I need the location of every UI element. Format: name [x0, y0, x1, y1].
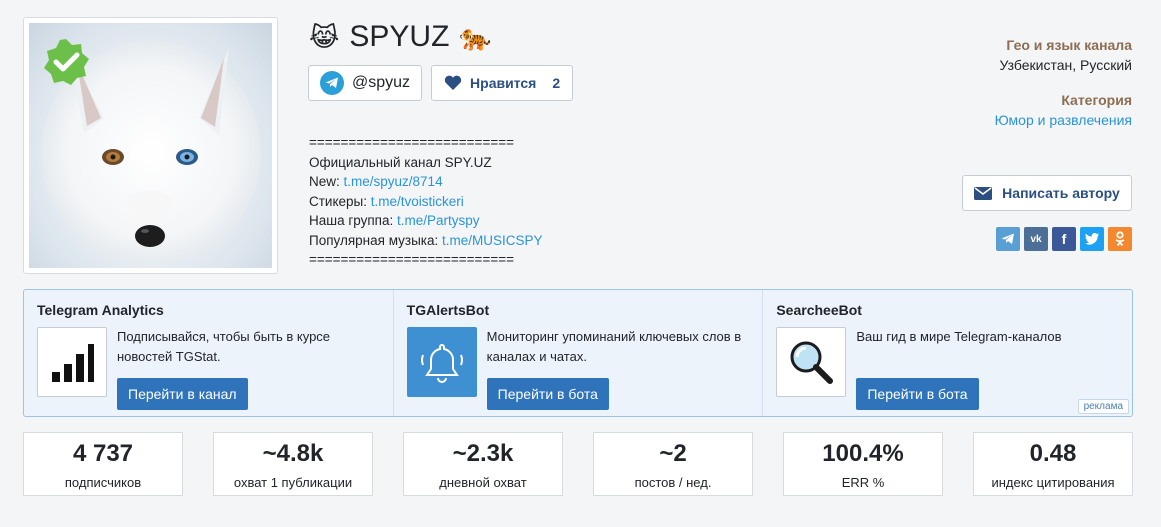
ad-card-searchee: SearcheeBot Ваш гид в мире Telegram-кана…: [762, 290, 1132, 416]
geo-value: Узбекистан, Русский: [999, 57, 1132, 73]
telegram-share-icon[interactable]: [996, 227, 1020, 251]
write-author-label: Написать автору: [1002, 185, 1120, 201]
category-label: Категория: [1061, 92, 1132, 108]
desc-line-2: New: t.me/spyuz/8714: [309, 172, 543, 192]
twitter-icon[interactable]: [1080, 227, 1104, 251]
magnifier-icon: [776, 327, 847, 397]
stat-label: дневной охват: [439, 475, 527, 490]
odnoklassniki-icon[interactable]: [1108, 227, 1132, 251]
ad-title: SearcheeBot: [776, 302, 862, 318]
share-buttons: vk f: [996, 227, 1132, 251]
vk-icon[interactable]: vk: [1024, 227, 1048, 251]
desc-label-group: Наша группа:: [309, 213, 398, 228]
desc-line-1: Официальный канал SPY.UZ: [309, 154, 492, 170]
emoji-tiger-icon: 🐅: [459, 22, 492, 52]
desc-link-music[interactable]: t.me/MUSICSPY: [442, 233, 543, 248]
go-to-channel-button[interactable]: Перейти в канал: [117, 378, 248, 410]
stat-value: ~2.3k: [452, 440, 514, 467]
stat-daily-reach[interactable]: ~2.3k дневной охват: [403, 432, 563, 496]
stat-value: ~4.8k: [262, 440, 324, 467]
stat-label: постов / нед.: [634, 475, 712, 490]
stat-citation-index[interactable]: 0.48 индекс цитирования: [973, 432, 1133, 496]
channel-handle: @spyuz: [352, 74, 411, 91]
like-label: Нравится: [470, 75, 537, 91]
like-count: 2: [552, 75, 561, 91]
heart-icon: [444, 75, 462, 90]
desc-label-stickers: Стикеры:: [309, 193, 371, 209]
bell-icon: [406, 327, 477, 397]
desc-link-group[interactable]: t.me/Partyspy: [397, 213, 480, 228]
write-author-button[interactable]: Написать автору: [962, 175, 1132, 211]
ad-block: Telegram Analytics Подписывайся, чтобы б…: [23, 289, 1133, 417]
ad-title: Telegram Analytics: [37, 302, 164, 318]
go-to-bot-button[interactable]: Перейти в бота: [856, 378, 979, 410]
channel-avatar: [29, 23, 272, 268]
desc-line-5: Популярная музыка: t.me/MUSICSPY: [309, 231, 543, 251]
channel-name: SPYUZ: [349, 20, 450, 53]
channel-stats: 4 737 подписчиков ~4.8k охват 1 публикац…: [23, 432, 1133, 496]
ad-card-alerts: TGAlertsBot Мониторинг упоминаний ключев…: [392, 290, 763, 416]
stat-value: 100.4%: [822, 440, 904, 467]
stat-err[interactable]: 100.4% ERR %: [783, 432, 943, 496]
emoji-cat-joy-icon: 😹: [309, 22, 340, 52]
stat-subscribers[interactable]: 4 737 подписчиков: [23, 432, 183, 496]
bar-chart-icon: [37, 327, 107, 397]
channel-avatar-frame: [23, 17, 278, 274]
channel-info: Гео и язык канала Узбекистан, Русский Ка…: [995, 36, 1132, 131]
category-link[interactable]: Юмор и развлечения: [995, 109, 1132, 131]
stat-label: подписчиков: [64, 475, 142, 490]
stat-post-reach[interactable]: ~4.8k охват 1 публикации: [213, 432, 373, 496]
channel-title: 😹 SPYUZ 🐅: [309, 20, 492, 54]
geo-label: Гео и язык канала: [1006, 37, 1132, 53]
desc-line-3: Стикеры: t.me/tvoistickeri: [309, 192, 543, 212]
ad-text: Ваш гид в мире Telegram-каналов: [856, 329, 1062, 344]
desc-link-new[interactable]: t.me/spyuz/8714: [344, 174, 443, 189]
channel-description: ========================== Официальный к…: [309, 133, 543, 270]
desc-separator-top: ==========================: [309, 135, 514, 150]
channel-handle-link[interactable]: @spyuz: [308, 65, 423, 101]
desc-line-4: Наша группа: t.me/Partyspy: [309, 211, 543, 231]
facebook-icon[interactable]: f: [1052, 227, 1076, 251]
go-to-bot-button[interactable]: Перейти в бота: [486, 378, 609, 410]
ad-text: Мониторинг упоминаний ключевых слов в ка…: [486, 329, 742, 364]
ad-label: реклама: [1077, 399, 1130, 414]
desc-link-stickers[interactable]: t.me/tvoistickeri: [371, 194, 464, 209]
stat-value: ~2: [659, 440, 687, 467]
verified-badge-icon: [44, 39, 89, 85]
telegram-icon: [320, 71, 344, 95]
ad-title: TGAlertsBot: [406, 302, 490, 318]
desc-label-new: New:: [309, 174, 344, 189]
ad-card-analytics: Telegram Analytics Подписывайся, чтобы б…: [24, 290, 393, 416]
stat-posts-per-week[interactable]: ~2 постов / нед.: [593, 432, 753, 496]
stat-label: ERR %: [841, 475, 885, 490]
ad-text: Подписывайся, чтобы быть в курсе новосте…: [117, 329, 331, 364]
desc-separator-bottom: ==========================: [309, 252, 514, 267]
envelope-icon: [974, 186, 993, 200]
channel-actions: @spyuz Нравится 2: [308, 65, 574, 101]
stat-label: индекс цитирования: [991, 475, 1115, 490]
desc-label-music: Популярная музыка:: [309, 232, 442, 248]
stat-label: охват 1 публикации: [233, 475, 353, 490]
stat-value: 0.48: [1029, 440, 1077, 467]
like-button[interactable]: Нравится 2: [431, 65, 574, 101]
stat-value: 4 737: [72, 440, 134, 467]
